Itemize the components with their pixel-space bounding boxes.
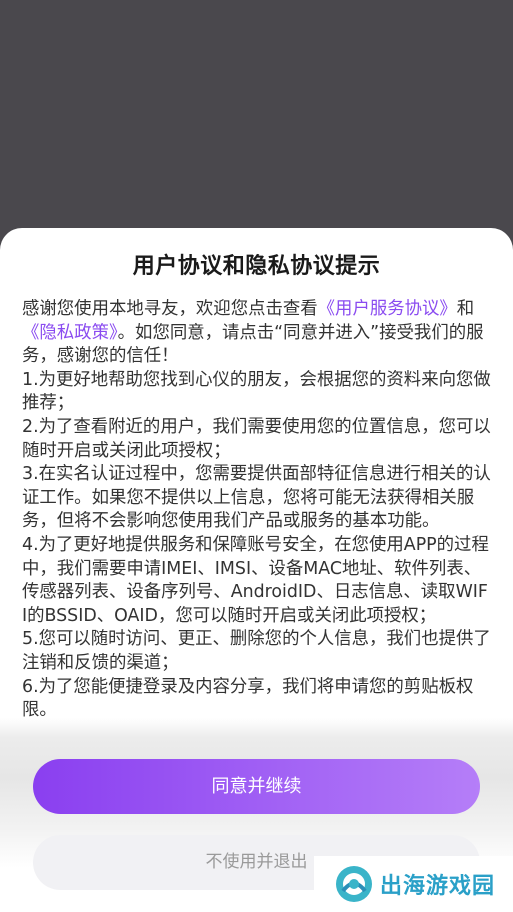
agreement-item-6: 6.为了您能便捷登录及内容分享，我们将申请您的剪贴板权限。 [22, 676, 474, 721]
privacy-agreement-dialog: 用户协议和隐私协议提示 感谢您使用本地寻友，欢迎您点击查看《用户服务协议》和《隐… [0, 228, 513, 912]
intro-and-text: 和 [456, 299, 475, 319]
user-agreement-link[interactable]: 《用户服务协议》 [318, 299, 457, 319]
agreement-body-text: 感谢您使用本地寻友，欢迎您点击查看《用户服务协议》和《隐私政策》。如您同意，请点… [22, 298, 492, 723]
watermark-logo-icon [336, 866, 372, 902]
agreement-item-1: 1.为更好地帮助您找到心仪的朋友，会根据您的资料来向您做推荐； [22, 369, 491, 414]
agreement-body-scroll[interactable]: 感谢您使用本地寻友，欢迎您点击查看《用户服务协议》和《隐私政策》。如您同意，请点… [22, 298, 492, 748]
watermark-text: 出海游戏园 [380, 874, 496, 899]
intro-paragraph: 感谢您使用本地寻友，欢迎您点击查看《用户服务协议》和《隐私政策》。如您同意，请点… [22, 298, 492, 369]
agreement-item-2: 2.为了查看附近的用户，我们需要使用您的位置信息，您可以随时开启或关闭此项授权； [22, 416, 491, 461]
privacy-policy-link[interactable]: 《隐私政策》 [22, 323, 118, 343]
agreement-item-4: 4.为了更好地提供服务和保障账号安全，在您使用APP的过程中，我们需要申请IME… [22, 534, 489, 626]
intro-text-before: 感谢您使用本地寻友，欢迎您点击查看 [22, 299, 318, 319]
agree-continue-button[interactable]: 同意并继续 [33, 759, 480, 814]
agreement-item-3: 3.在实名认证过程中，您需要提供面部特征信息进行相关的认证工作。如果您不提供以上… [22, 464, 491, 532]
dialog-title: 用户协议和隐私协议提示 [132, 254, 381, 279]
agreement-item-5: 5.您可以随时访问、更正、删除您的个人信息，我们也提供了注销和反馈的渠道； [22, 629, 491, 673]
site-watermark: 出海游戏园 [314, 856, 513, 912]
